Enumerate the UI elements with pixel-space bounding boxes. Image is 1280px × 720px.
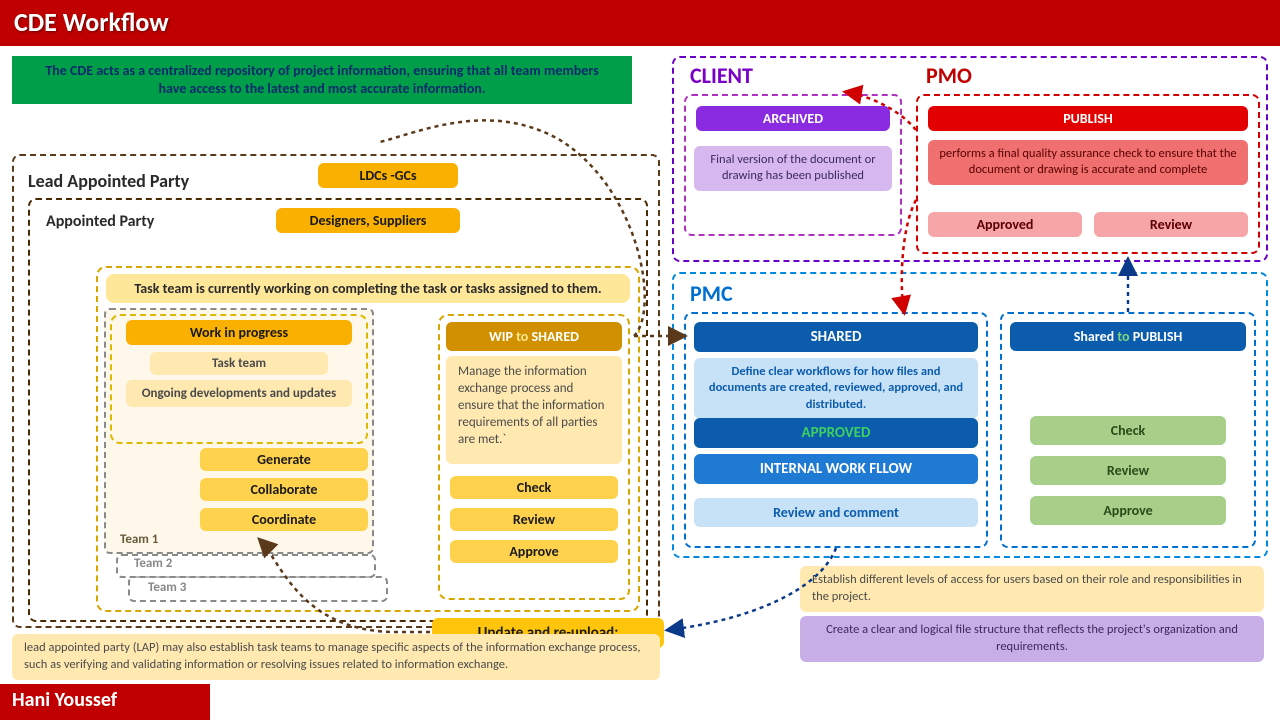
pmc-title: PMC [690,280,733,307]
wip-to-shared-title: WIP to SHARED [446,322,622,351]
internal-workflow: INTERNAL WORK FLLOW [694,454,978,484]
review-comment: Review and comment [694,498,978,527]
wip-task-team: Task team [150,352,328,375]
shared-title: SHARED [694,322,978,352]
w2s-review: Review [450,508,618,531]
wip-to-shared-body: Manage the information exchange process … [446,356,622,464]
team1-label: Team 1 [120,532,158,547]
w2s-approve: Approve [450,540,618,563]
shared-desc: Define clear workflows for how files and… [694,358,978,419]
ldcs-tag: LDCs -GCs [318,163,458,188]
team2-label: Team 2 [134,556,172,571]
wip-coordinate: Coordinate [200,508,368,531]
wip-to-shared-to: to [516,328,528,345]
wip-collaborate: Collaborate [200,478,368,501]
archived-title: ARCHIVED [696,106,890,131]
author-bar: Hani Youssef [0,684,210,720]
wip-ongoing: Ongoing developments and updates [126,380,352,407]
s2p-review: Review [1030,456,1226,485]
note-structure: Create a clear and logical file structur… [800,616,1264,662]
wip-generate: Generate [200,448,368,471]
lap-note: lead appointed party (LAP) may also esta… [12,634,660,680]
wip-to-shared-pre: WIP [489,328,513,345]
task-team-banner: Task team is currently working on comple… [106,274,630,303]
s2p-check: Check [1030,416,1226,445]
publish-title: PUBLISH [928,106,1248,131]
wip-to-shared-post: SHARED [532,328,579,345]
archived-body: Final version of the document or drawing… [694,146,892,191]
pmo-review: Review [1094,212,1248,237]
intro-box: The CDE acts as a centralized repository… [12,56,632,104]
designers-tag: Designers, Suppliers [276,208,460,233]
client-title: CLIENT [690,62,753,89]
s2p-to: to [1117,328,1129,345]
wip-title: Work in progress [126,320,352,345]
s2p-approve: Approve [1030,496,1226,525]
publish-body: performs a final quality assurance check… [928,140,1248,185]
s2p-title: Shared to PUBLISH [1010,322,1246,351]
pmo-title: PMO [926,62,972,89]
pmo-approved: Approved [928,212,1082,237]
page-title: CDE Workflow [0,0,1280,46]
lead-appointed-party-label: Lead Appointed Party [28,170,189,192]
note-access: Establish different levels of access for… [800,566,1264,612]
w2s-check: Check [450,476,618,499]
team3-label: Team 3 [148,580,186,595]
approved: APPROVED [694,418,978,448]
s2p-pre: Shared [1074,328,1114,345]
s2p-post: PUBLISH [1133,328,1183,345]
appointed-party-label: Appointed Party [46,212,154,231]
